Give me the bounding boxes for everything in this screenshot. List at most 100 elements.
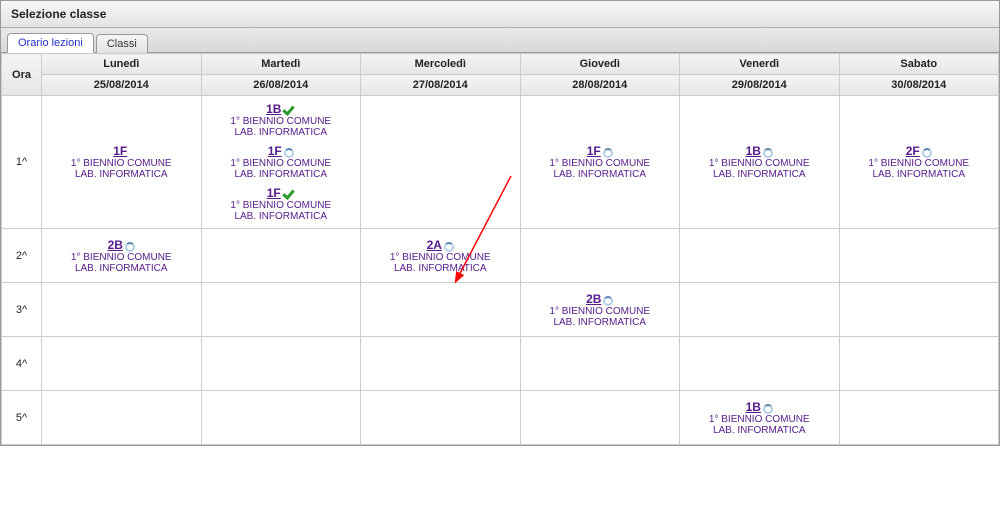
timetable-cell (839, 391, 999, 445)
timetable-grid: Ora Lunedì Martedì Mercoledì Giovedì Ven… (1, 53, 999, 445)
timetable-cell: 2B1° BIENNIO COMUNELAB. INFORMATICA (42, 229, 202, 283)
header-day-name: Martedì (201, 54, 361, 75)
header-day-date: 28/08/2014 (520, 75, 680, 96)
pending-icon (284, 148, 294, 158)
timetable-cell (201, 283, 361, 337)
class-link[interactable]: 1F (267, 186, 281, 200)
table-row: 1^1F1° BIENNIO COMUNELAB. INFORMATICA1B1… (2, 96, 999, 229)
tab-classi[interactable]: Classi (96, 34, 148, 53)
class-entry: 1B1° BIENNIO COMUNELAB. INFORMATICA (682, 400, 837, 436)
class-link[interactable]: 1B (746, 144, 761, 158)
pending-icon (603, 148, 613, 158)
entry-line1: 1° BIENNIO COMUNE (204, 158, 359, 169)
timetable-cell: 2F1° BIENNIO COMUNELAB. INFORMATICA (839, 96, 999, 229)
check-icon (283, 104, 295, 116)
timetable-cell (839, 337, 999, 391)
timetable-cell (361, 283, 521, 337)
check-icon (283, 188, 295, 200)
table-row: 4^ (2, 337, 999, 391)
entry-line1: 1° BIENNIO COMUNE (204, 200, 359, 211)
entry-line2: LAB. INFORMATICA (204, 127, 359, 138)
entry-line2: LAB. INFORMATICA (44, 263, 199, 274)
timetable-cell (520, 337, 680, 391)
ora-cell: 5^ (2, 391, 42, 445)
timetable-cell: 1B1° BIENNIO COMUNELAB. INFORMATICA (680, 391, 840, 445)
class-entry: 2F1° BIENNIO COMUNELAB. INFORMATICA (842, 144, 997, 180)
class-entry: 1F1° BIENNIO COMUNELAB. INFORMATICA (523, 144, 678, 180)
entry-line1: 1° BIENNIO COMUNE (204, 116, 359, 127)
timetable-cell (42, 337, 202, 391)
class-link[interactable]: 2F (906, 144, 920, 158)
entry-line1: 1° BIENNIO COMUNE (842, 158, 997, 169)
header-day-name: Giovedì (520, 54, 680, 75)
ora-cell: 3^ (2, 283, 42, 337)
entry-line2: LAB. INFORMATICA (204, 169, 359, 180)
class-entry: 1B1° BIENNIO COMUNELAB. INFORMATICA (204, 102, 359, 138)
panel-title: Selezione classe (1, 1, 999, 28)
table-row: 2^2B1° BIENNIO COMUNELAB. INFORMATICA2A1… (2, 229, 999, 283)
class-link[interactable]: 1F (113, 144, 127, 158)
header-day-date: 29/08/2014 (680, 75, 840, 96)
table-row: 5^ 1B1° BIENNIO COMUNELAB. INFORMATICA (2, 391, 999, 445)
class-link[interactable]: 2B (108, 238, 123, 252)
timetable-cell (42, 283, 202, 337)
timetable-cell (680, 283, 840, 337)
tab-label: Orario lezioni (18, 37, 83, 49)
class-link[interactable]: 1F (268, 144, 282, 158)
timetable-cell (42, 391, 202, 445)
pending-icon (444, 242, 454, 252)
pending-icon (763, 148, 773, 158)
entry-line2: LAB. INFORMATICA (682, 425, 837, 436)
pending-icon (125, 242, 135, 252)
pending-icon (763, 404, 773, 414)
entry-line2: LAB. INFORMATICA (842, 169, 997, 180)
class-entry: 2B1° BIENNIO COMUNELAB. INFORMATICA (44, 238, 199, 274)
timetable-content: Ora Lunedì Martedì Mercoledì Giovedì Ven… (1, 53, 999, 445)
timetable-cell (201, 229, 361, 283)
tab-orario-lezioni[interactable]: Orario lezioni (7, 33, 94, 53)
entry-line1: 1° BIENNIO COMUNE (44, 252, 199, 263)
timetable-cell (680, 337, 840, 391)
timetable-cell: 1B1° BIENNIO COMUNELAB. INFORMATICA (680, 96, 840, 229)
ora-cell: 2^ (2, 229, 42, 283)
timetable-cell (361, 96, 521, 229)
tab-strip: Orario lezioni Classi (1, 28, 999, 53)
header-day-date: 27/08/2014 (361, 75, 521, 96)
timetable-cell: 2B1° BIENNIO COMUNELAB. INFORMATICA (520, 283, 680, 337)
timetable-cell: 2A1° BIENNIO COMUNELAB. INFORMATICA (361, 229, 521, 283)
ora-cell: 1^ (2, 96, 42, 229)
entry-line2: LAB. INFORMATICA (682, 169, 837, 180)
entry-line1: 1° BIENNIO COMUNE (44, 158, 199, 169)
header-day-name: Mercoledì (361, 54, 521, 75)
class-entry: 1F1° BIENNIO COMUNELAB. INFORMATICA (204, 144, 359, 180)
class-link[interactable]: 2B (586, 292, 601, 306)
class-link[interactable]: 2A (427, 238, 442, 252)
entry-line2: LAB. INFORMATICA (204, 211, 359, 222)
class-entry: 2A1° BIENNIO COMUNELAB. INFORMATICA (363, 238, 518, 274)
header-day-date: 30/08/2014 (839, 75, 999, 96)
class-link[interactable]: 1B (746, 400, 761, 414)
timetable-cell (520, 391, 680, 445)
class-link[interactable]: 1B (266, 102, 281, 116)
timetable-cell: 1B1° BIENNIO COMUNELAB. INFORMATICA1F1° … (201, 96, 361, 229)
timetable-cell (361, 337, 521, 391)
class-entry: 1F1° BIENNIO COMUNELAB. INFORMATICA (204, 186, 359, 222)
entry-line2: LAB. INFORMATICA (523, 169, 678, 180)
timetable-cell (361, 391, 521, 445)
tab-label: Classi (107, 38, 137, 50)
timetable-cell (201, 337, 361, 391)
timetable-cell (520, 229, 680, 283)
timetable-cell (839, 283, 999, 337)
timetable-cell (680, 229, 840, 283)
entry-line2: LAB. INFORMATICA (44, 169, 199, 180)
timetable-cell: 1F1° BIENNIO COMUNELAB. INFORMATICA (520, 96, 680, 229)
entry-line1: 1° BIENNIO COMUNE (363, 252, 518, 263)
header-day-date: 25/08/2014 (42, 75, 202, 96)
class-entry: 2B1° BIENNIO COMUNELAB. INFORMATICA (523, 292, 678, 328)
table-row: 3^ 2B1° BIENNIO COMUNELAB. INFORMATICA (2, 283, 999, 337)
header-day-date: 26/08/2014 (201, 75, 361, 96)
header-day-name: Sabato (839, 54, 999, 75)
class-link[interactable]: 1F (587, 144, 601, 158)
class-selection-panel: Selezione classe Orario lezioni Classi O… (0, 0, 1000, 446)
entry-line2: LAB. INFORMATICA (363, 263, 518, 274)
